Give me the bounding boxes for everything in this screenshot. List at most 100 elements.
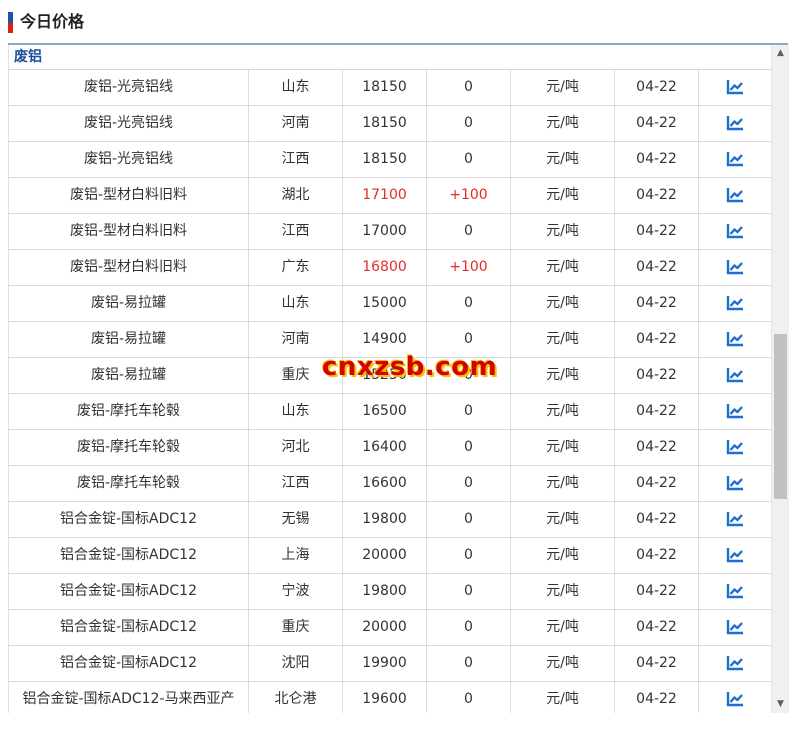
change-cell: 0 xyxy=(427,646,511,681)
date-cell: 04-22 xyxy=(615,70,699,105)
date-cell: 04-22 xyxy=(615,610,699,645)
flag-red-bar xyxy=(8,23,13,33)
trend-chart-icon[interactable] xyxy=(726,655,744,671)
trend-chart-icon[interactable] xyxy=(726,619,744,635)
trend-chart-button[interactable] xyxy=(699,250,771,285)
table-row: 废铝-摩托车轮毂 山东 16500 0 元/吨 04-22 xyxy=(9,394,771,430)
price-cell: 17000 xyxy=(343,214,427,249)
region-cell: 山东 xyxy=(249,70,343,105)
change-cell: 0 xyxy=(427,430,511,465)
trend-chart-icon[interactable] xyxy=(726,151,744,167)
region-cell: 江西 xyxy=(249,214,343,249)
vertical-scrollbar[interactable]: ▲ ▼ xyxy=(771,45,789,713)
trend-chart-button[interactable] xyxy=(699,502,771,537)
product-name-cell: 废铝-型材白料旧料 xyxy=(9,214,249,249)
trend-chart-icon[interactable] xyxy=(726,259,744,275)
table-row: 废铝-型材白料旧料 广东 16800 +100 元/吨 04-22 xyxy=(9,250,771,286)
price-cell: 18150 xyxy=(343,142,427,177)
trend-chart-icon[interactable] xyxy=(726,223,744,239)
price-cell: 20000 xyxy=(343,538,427,573)
date-cell: 04-22 xyxy=(615,502,699,537)
product-name-cell: 废铝-易拉罐 xyxy=(9,322,249,357)
trend-chart-button[interactable] xyxy=(699,610,771,645)
scrollbar-thumb[interactable] xyxy=(774,334,787,499)
unit-cell: 元/吨 xyxy=(511,358,615,393)
price-cell: 19800 xyxy=(343,574,427,609)
trend-chart-icon[interactable] xyxy=(726,439,744,455)
price-cell: 16400 xyxy=(343,430,427,465)
date-cell: 04-22 xyxy=(615,466,699,501)
table-row: 废铝-摩托车轮毂 江西 16600 0 元/吨 04-22 xyxy=(9,466,771,502)
unit-cell: 元/吨 xyxy=(511,538,615,573)
trend-chart-icon[interactable] xyxy=(726,403,744,419)
region-cell: 山东 xyxy=(249,286,343,321)
trend-chart-button[interactable] xyxy=(699,178,771,213)
product-name-cell: 废铝-易拉罐 xyxy=(9,358,249,393)
table-row: 废铝-光亮铝线 山东 18150 0 元/吨 04-22 xyxy=(9,70,771,106)
trend-chart-button[interactable] xyxy=(699,394,771,429)
change-cell: +100 xyxy=(427,250,511,285)
unit-cell: 元/吨 xyxy=(511,106,615,141)
section-header-scrap-aluminum: 废铝 xyxy=(9,45,771,70)
product-name-cell: 铝合金锭-国标ADC12-马来西亚产 xyxy=(9,682,249,713)
trend-chart-button[interactable] xyxy=(699,142,771,177)
price-cell: 19600 xyxy=(343,682,427,713)
trend-chart-icon[interactable] xyxy=(726,115,744,131)
trend-chart-icon[interactable] xyxy=(726,367,744,383)
trend-chart-button[interactable] xyxy=(699,430,771,465)
trend-chart-icon[interactable] xyxy=(726,547,744,563)
date-cell: 04-22 xyxy=(615,250,699,285)
trend-chart-button[interactable] xyxy=(699,574,771,609)
table-row: 铝合金锭-国标ADC12 无锡 19800 0 元/吨 04-22 xyxy=(9,502,771,538)
trend-chart-icon[interactable] xyxy=(726,295,744,311)
region-cell: 河南 xyxy=(249,106,343,141)
change-cell: +100 xyxy=(427,178,511,213)
table-row: 废铝-摩托车轮毂 河北 16400 0 元/吨 04-22 xyxy=(9,430,771,466)
change-cell: 0 xyxy=(427,142,511,177)
date-cell: 04-22 xyxy=(615,574,699,609)
trend-chart-icon[interactable] xyxy=(726,691,744,707)
change-cell: 0 xyxy=(427,106,511,141)
trend-chart-button[interactable] xyxy=(699,70,771,105)
table-row: 废铝-光亮铝线 江西 18150 0 元/吨 04-22 xyxy=(9,142,771,178)
flag-mark xyxy=(8,12,13,33)
unit-cell: 元/吨 xyxy=(511,466,615,501)
trend-chart-icon[interactable] xyxy=(726,475,744,491)
unit-cell: 元/吨 xyxy=(511,214,615,249)
scroll-up-arrow-icon[interactable]: ▲ xyxy=(772,45,789,62)
region-cell: 北仑港 xyxy=(249,682,343,713)
table-row: 铝合金锭-国标ADC12-马来西亚产 北仑港 19600 0 元/吨 04-22 xyxy=(9,682,771,713)
price-cell: 18150 xyxy=(343,70,427,105)
price-cell: 16800 xyxy=(343,250,427,285)
change-cell: 0 xyxy=(427,502,511,537)
site-watermark: cnxzsb.com xyxy=(322,352,498,382)
trend-chart-button[interactable] xyxy=(699,322,771,357)
trend-chart-button[interactable] xyxy=(699,646,771,681)
trend-chart-button[interactable] xyxy=(699,466,771,501)
unit-cell: 元/吨 xyxy=(511,646,615,681)
trend-chart-button[interactable] xyxy=(699,106,771,141)
unit-cell: 元/吨 xyxy=(511,178,615,213)
trend-chart-button[interactable] xyxy=(699,214,771,249)
trend-chart-button[interactable] xyxy=(699,682,771,713)
trend-chart-icon[interactable] xyxy=(726,187,744,203)
unit-cell: 元/吨 xyxy=(511,502,615,537)
trend-chart-icon[interactable] xyxy=(726,79,744,95)
region-cell: 江西 xyxy=(249,142,343,177)
trend-chart-icon[interactable] xyxy=(726,511,744,527)
region-cell: 无锡 xyxy=(249,502,343,537)
unit-cell: 元/吨 xyxy=(511,394,615,429)
trend-chart-button[interactable] xyxy=(699,358,771,393)
change-cell: 0 xyxy=(427,70,511,105)
date-cell: 04-22 xyxy=(615,538,699,573)
trend-chart-icon[interactable] xyxy=(726,331,744,347)
trend-chart-button[interactable] xyxy=(699,286,771,321)
scroll-down-arrow-icon[interactable]: ▼ xyxy=(772,696,789,713)
trend-chart-button[interactable] xyxy=(699,538,771,573)
region-cell: 上海 xyxy=(249,538,343,573)
date-cell: 04-22 xyxy=(615,106,699,141)
trend-chart-icon[interactable] xyxy=(726,583,744,599)
unit-cell: 元/吨 xyxy=(511,682,615,713)
unit-cell: 元/吨 xyxy=(511,142,615,177)
date-cell: 04-22 xyxy=(615,286,699,321)
